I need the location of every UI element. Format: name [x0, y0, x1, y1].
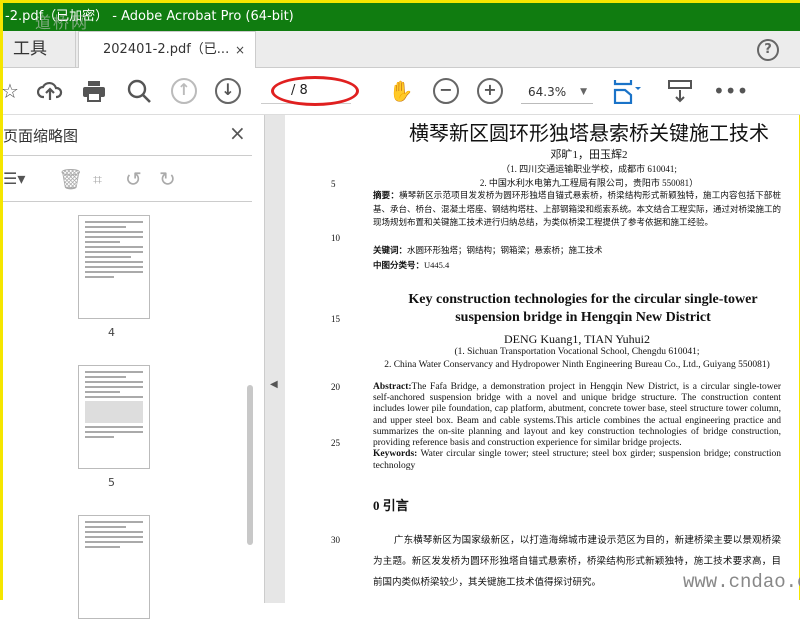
zoom-value: 64.3%: [528, 85, 567, 99]
delete-icon[interactable]: 🗑: [58, 167, 83, 191]
line-number: 5: [331, 179, 336, 189]
label: Abstract:: [373, 382, 412, 392]
line-number: 20: [331, 382, 340, 392]
text: U445.4: [424, 260, 450, 270]
cn-classification: 中图分类号：U445.4: [373, 259, 781, 271]
page-thumbnail[interactable]: [78, 215, 150, 319]
extract-icon[interactable]: ⌗: [93, 170, 102, 190]
scroll-mode-icon[interactable]: [667, 78, 693, 104]
line-number: 15: [331, 314, 340, 324]
divider: [3, 201, 252, 202]
text: 水圆环形独塔；钢结构；钢箱梁；悬索桥；施工技术: [407, 245, 603, 255]
tab-document[interactable]: 202401-2.pdf（已... ×: [78, 31, 256, 68]
cn-affiliation: （1. 四川交通运输职业学校，成都市 610041;: [501, 164, 677, 174]
collapse-arrow-icon[interactable]: ◀: [270, 379, 278, 390]
cn-abstract: 摘要：横琴新区示范项目发发桥为圆环形独塔自锚式悬索桥，桥梁结构形式新颖独特，施工…: [373, 189, 781, 230]
tab-bar: 工具 202401-2.pdf（已... × ?: [3, 31, 800, 68]
cn-affiliation: 2. 中国水利水电第九工程局有限公司，贵阳市 550081）: [479, 178, 699, 188]
help-icon[interactable]: ?: [757, 39, 779, 61]
page-thumbnails-panel: 页面缩略图 × ☰▾ 🗑 ⌗ ↺ ↻ 4 5: [3, 115, 265, 619]
panel-scrollbar[interactable]: [247, 385, 253, 545]
cn-authors: 邓旷1，田玉辉2: [550, 149, 628, 161]
label: Keywords:: [373, 449, 418, 459]
watermark-url: www.cndao.com: [683, 571, 800, 593]
zoom-in-icon[interactable]: +: [477, 78, 503, 104]
page-thumbnail[interactable]: [78, 365, 150, 469]
line-number: 30: [331, 535, 340, 545]
chevron-down-icon: ▼: [580, 87, 587, 97]
en-affiliation: 2. China Water Conservancy and Hydropowe…: [384, 360, 770, 370]
en-title: Key construction technologies for the ci…: [408, 292, 758, 325]
zoom-level-select[interactable]: 64.3% ▼: [521, 80, 593, 104]
label: 关键词：: [373, 245, 408, 255]
line-number: 10: [331, 233, 340, 243]
panel-splitter[interactable]: ◀: [265, 115, 285, 603]
label: 摘要：: [373, 190, 400, 200]
cn-title: 横琴新区圆环形独塔悬索桥关键施工技术: [409, 121, 769, 145]
print-icon[interactable]: [81, 78, 107, 104]
cn-keywords: 关键词：水圆环形独塔；钢结构；钢箱梁；悬索桥；施工技术: [373, 244, 781, 256]
en-authors: DENG Kuang1, TIAN Yuhui2: [504, 332, 650, 346]
text: Water circular single tower; steel struc…: [373, 449, 781, 471]
previous-page-icon[interactable]: ↑: [171, 78, 197, 104]
thumbnail-label: 4: [108, 326, 115, 339]
en-abstract: Abstract:The Fafa Bridge, a demonstratio…: [373, 382, 781, 449]
panel-title: 页面缩略图: [3, 127, 79, 145]
en-keywords: Keywords: Water circular single tower; s…: [373, 449, 781, 472]
hand-tool-icon[interactable]: ✋: [388, 78, 414, 104]
line-number: 25: [331, 438, 340, 448]
zoom-out-icon[interactable]: −: [433, 78, 459, 104]
pdf-page: 5 10 15 20 25 30 横琴新区圆环形独塔悬索桥关键施工技术 邓旷1，…: [285, 115, 799, 603]
options-menu-icon[interactable]: ☰▾: [3, 169, 25, 188]
label: 中图分类号：: [373, 260, 425, 270]
watermark-logo: 道桥网: [35, 13, 90, 32]
close-panel-icon[interactable]: ×: [229, 121, 246, 145]
text: 横琴新区示范项目发发桥为圆环形独塔自锚式悬索桥，桥梁结构形式新颖独特，施工内容包…: [373, 190, 782, 227]
tab-tools[interactable]: 工具: [3, 31, 76, 67]
thumbnail-label: 5: [108, 476, 115, 489]
red-annotation-oval: [271, 76, 359, 106]
next-page-icon[interactable]: ↓: [215, 78, 241, 104]
cloud-upload-icon[interactable]: [36, 78, 63, 104]
en-affiliation: (1. Sichuan Transportation Vocational Sc…: [454, 347, 700, 357]
fit-page-icon[interactable]: [613, 78, 641, 105]
close-tab-icon[interactable]: ×: [235, 32, 245, 68]
star-icon[interactable]: ☆: [0, 78, 23, 104]
zoom-search-icon[interactable]: [126, 78, 152, 104]
rotate-right-icon[interactable]: ↻: [159, 167, 176, 191]
rotate-left-icon[interactable]: ↺: [125, 167, 142, 191]
text: The Fafa Bridge, a demonstration project…: [373, 382, 781, 449]
tab-document-label: 202401-2.pdf（已...: [103, 42, 230, 57]
page-thumbnail[interactable]: [78, 515, 150, 619]
thumbnail-tools: ☰▾ 🗑 ⌗ ↺ ↻: [3, 161, 252, 201]
title-bar: -2.pdf（已加密） - Adobe Acrobat Pro (64-bit): [3, 3, 800, 31]
toolbar: ☆ ↑ ↓ / 8 ✋ − + 64.3% ▼ •••: [0, 68, 800, 115]
divider: [3, 155, 252, 156]
more-options-icon[interactable]: •••: [713, 78, 748, 104]
section-heading: 0 引言: [373, 498, 409, 513]
